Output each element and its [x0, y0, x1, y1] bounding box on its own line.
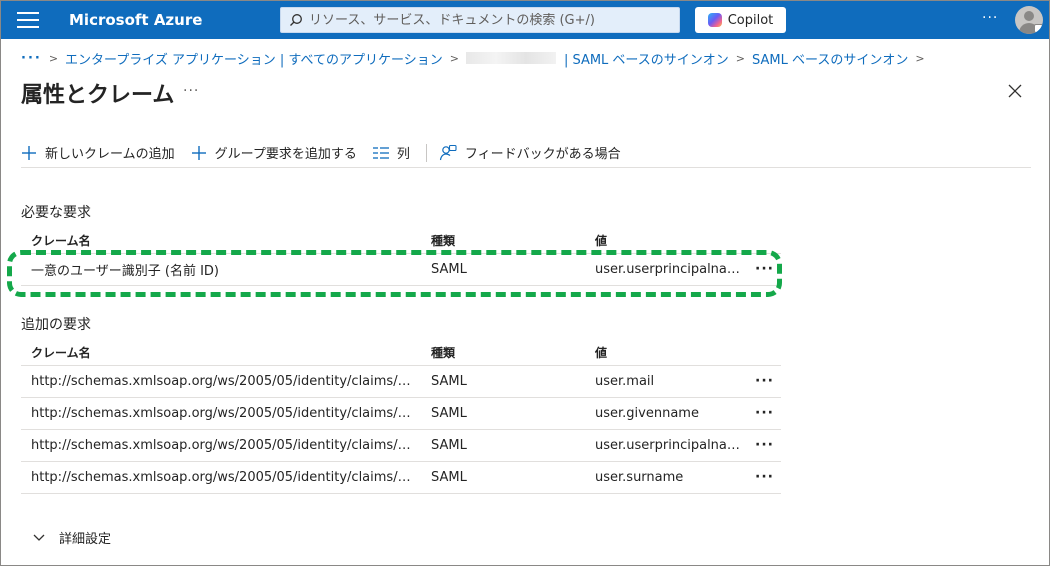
claim-value: user.userprincipalnam…: [585, 253, 745, 286]
row-more-icon[interactable]: ···: [755, 373, 774, 389]
claim-name: http://schemas.xmlsoap.org/ws/2005/05/id…: [21, 365, 421, 398]
title-more-icon[interactable]: ···: [183, 83, 199, 99]
feedback-button[interactable]: フィードバックがある場合: [439, 141, 621, 165]
column-header-claim-name: クレーム名: [21, 339, 421, 366]
required-claims-table: クレーム名 種類 値 一意のユーザー識別子 (名前 ID) SAML user.…: [21, 227, 781, 286]
columns-label: 列: [396, 147, 410, 162]
claim-value: user.givenname: [585, 397, 745, 430]
breadcrumb: ··· > エンタープライズ アプリケーション | すべてのアプリケーション >…: [21, 49, 932, 68]
claim-value: user.userprincipalname: [585, 429, 745, 462]
lock-icon: [1034, 24, 1043, 33]
claim-name: http://schemas.xmlsoap.org/ws/2005/05/id…: [21, 429, 421, 462]
close-icon[interactable]: [1005, 81, 1025, 101]
copilot-button[interactable]: Copilot: [695, 7, 786, 33]
top-more-icon[interactable]: ···: [982, 10, 998, 26]
columns-icon: [372, 146, 389, 159]
plus-icon: [191, 145, 206, 160]
hamburger-menu-icon[interactable]: [17, 12, 39, 28]
page-title: 属性とクレーム: [21, 83, 175, 108]
required-claims-heading: 必要な要求: [21, 205, 91, 221]
avatar-head: [1024, 11, 1034, 21]
row-more-icon[interactable]: ···: [755, 437, 774, 453]
column-header-value: 値: [585, 227, 745, 254]
add-group-claim-label: グループ要求を追加する: [214, 147, 357, 162]
column-header-type: 種類: [421, 227, 585, 254]
claim-type: SAML: [421, 429, 585, 462]
claim-name: http://schemas.xmlsoap.org/ws/2005/05/id…: [21, 397, 421, 430]
columns-button[interactable]: 列: [372, 141, 410, 165]
row-more-icon[interactable]: ···: [755, 405, 774, 421]
column-header-actions: [745, 227, 781, 254]
feedback-label: フィードバックがある場合: [464, 147, 621, 162]
column-header-value: 値: [585, 339, 745, 366]
plus-icon: [22, 145, 36, 160]
column-header-claim-name: クレーム名: [21, 227, 421, 254]
column-header-type: 種類: [421, 339, 585, 366]
additional-claims-table: クレーム名 種類 値 http://schemas.xmlsoap.org/ws…: [21, 339, 781, 494]
copilot-label: Copilot: [727, 12, 774, 28]
breadcrumb-app-saml[interactable]: | SAML ベースのサインオン: [564, 49, 729, 68]
advanced-settings-label: 詳細設定: [59, 532, 112, 547]
chevron-right-icon: >: [48, 51, 59, 65]
chevron-right-icon: >: [735, 51, 745, 65]
table-row[interactable]: http://schemas.xmlsoap.org/ws/2005/05/id…: [21, 429, 781, 462]
chevron-right-icon: >: [915, 51, 925, 65]
search-icon: [290, 14, 302, 26]
advanced-settings-toggle[interactable]: 詳細設定: [33, 528, 111, 547]
claim-value: user.surname: [585, 461, 745, 494]
global-search[interactable]: [280, 7, 680, 33]
feedback-person-icon: [439, 144, 457, 160]
chevron-down-icon: [33, 534, 45, 541]
copilot-logo-icon: [707, 13, 722, 27]
row-more-icon[interactable]: ···: [755, 261, 774, 277]
column-header-actions: [745, 339, 781, 366]
breadcrumb-more[interactable]: ···: [21, 51, 42, 66]
add-claim-button[interactable]: 新しいクレームの追加: [21, 141, 175, 165]
breadcrumb-redacted-app[interactable]: [465, 52, 556, 64]
search-input[interactable]: [309, 12, 669, 28]
breadcrumb-saml-signon[interactable]: SAML ベースのサインオン: [752, 49, 908, 68]
claim-type: SAML: [421, 365, 585, 398]
brand-name[interactable]: Microsoft Azure: [69, 11, 202, 29]
claim-name: http://schemas.xmlsoap.org/ws/2005/05/id…: [21, 461, 421, 494]
table-row[interactable]: http://schemas.xmlsoap.org/ws/2005/05/id…: [21, 365, 781, 398]
add-claim-label: 新しいクレームの追加: [45, 147, 175, 162]
table-row[interactable]: http://schemas.xmlsoap.org/ws/2005/05/id…: [21, 461, 781, 494]
claim-name: 一意のユーザー識別子 (名前 ID): [21, 253, 421, 286]
breadcrumb-enterprise-apps[interactable]: エンタープライズ アプリケーション | すべてのアプリケーション: [65, 49, 443, 68]
avatar[interactable]: [1015, 6, 1043, 34]
claim-value: user.mail: [585, 365, 745, 398]
table-row[interactable]: http://schemas.xmlsoap.org/ws/2005/05/id…: [21, 397, 781, 430]
table-row[interactable]: 一意のユーザー識別子 (名前 ID) SAML user.userprincip…: [21, 253, 781, 286]
additional-claims-heading: 追加の要求: [21, 317, 91, 333]
claim-type: SAML: [421, 397, 585, 430]
claim-type: SAML: [421, 461, 585, 494]
command-bar: 新しいクレームの追加 グループ要求を追加する 列 フィードバックがある場合: [21, 138, 1031, 168]
chevron-right-icon: >: [449, 51, 459, 65]
claim-type: SAML: [421, 253, 585, 286]
toolbar-divider: [425, 143, 427, 162]
row-more-icon[interactable]: ···: [755, 469, 774, 485]
add-group-claim-button[interactable]: グループ要求を追加する: [191, 141, 357, 165]
